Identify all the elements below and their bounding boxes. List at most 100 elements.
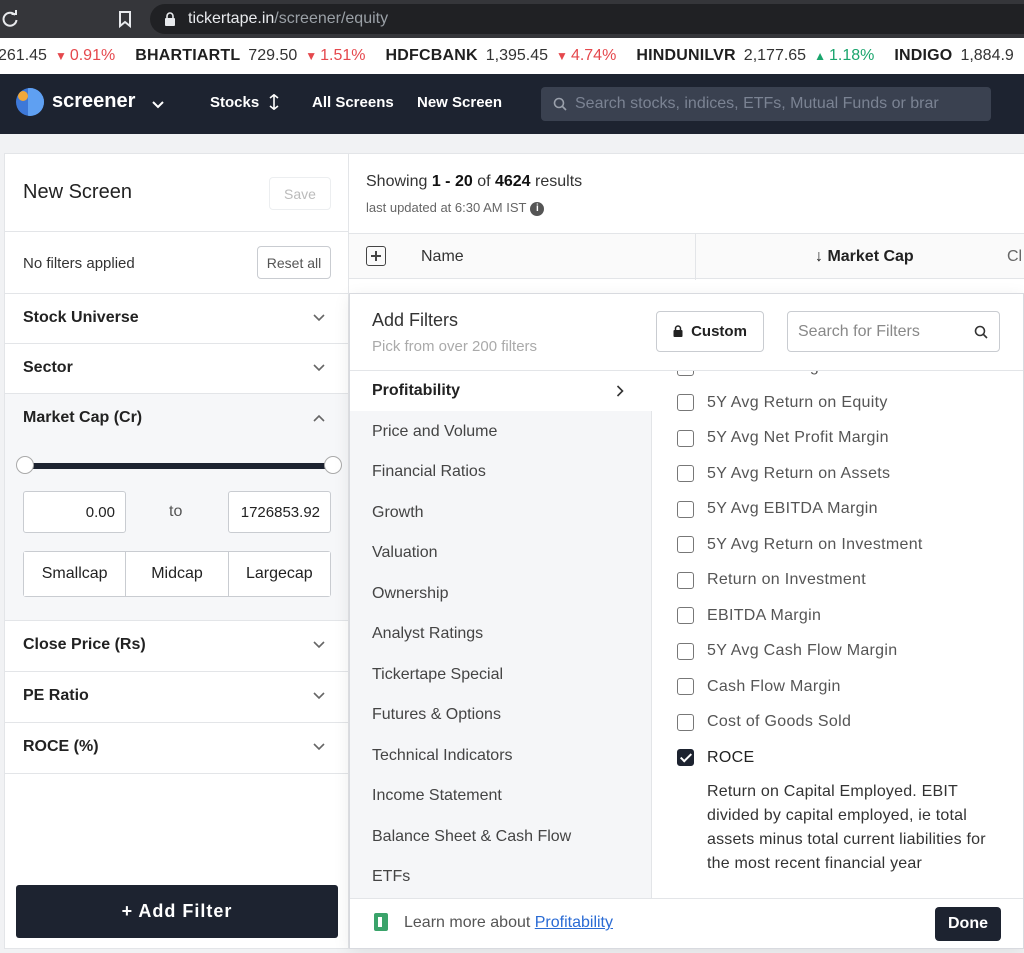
checkbox[interactable]: [677, 642, 694, 660]
checkbox[interactable]: [677, 678, 694, 695]
ticker-price: 1,395.45: [485, 47, 549, 64]
filter-option[interactable]: Cash Flow Margin: [677, 675, 841, 699]
filter-search-input[interactable]: [798, 312, 968, 351]
filter-category-item[interactable]: Futures & Options: [350, 695, 652, 735]
ticker-item[interactable]: BHARTIARTL 729.50 ▼ 1.51%: [135, 47, 365, 65]
checkbox[interactable]: [677, 607, 694, 624]
chevron-down-icon[interactable]: [152, 96, 164, 109]
ticker-symbol: HINDUNILVR: [636, 47, 736, 64]
filter-category-item[interactable]: Balance Sheet & Cash Flow: [350, 817, 652, 857]
checkbox[interactable]: [677, 536, 694, 553]
slider-min-handle[interactable]: [16, 456, 34, 474]
smallcap-button[interactable]: Smallcap: [24, 552, 127, 596]
column-close-price[interactable]: Cl: [1007, 248, 1022, 266]
add-filter-button[interactable]: + Add Filter: [16, 885, 338, 938]
section-sector[interactable]: Sector: [5, 344, 348, 394]
filter-option[interactable]: 5Y Avg EBITDA Margin: [677, 497, 878, 521]
filter-category-item[interactable]: Valuation: [350, 533, 652, 573]
checkbox[interactable]: [677, 371, 694, 376]
section-close-price[interactable]: Close Price (Rs): [5, 621, 348, 671]
midcap-button[interactable]: Midcap: [126, 552, 229, 596]
ticker-item[interactable]: INDIGO 1,884.9: [894, 47, 1021, 65]
filter-category-item[interactable]: Technical Indicators: [350, 736, 652, 776]
filter-category-item[interactable]: Ownership: [350, 574, 652, 614]
ticker-item[interactable]: 261.45 ▼ 0.91%: [0, 47, 115, 65]
nav-stocks[interactable]: Stocks: [210, 93, 279, 111]
chevron-down-icon: [313, 641, 325, 649]
ticker-change-value: 1.18%: [828, 47, 875, 64]
section-stock-universe[interactable]: Stock Universe: [5, 294, 348, 344]
filter-option-label: Return on Investment: [707, 571, 866, 588]
divider: [5, 773, 348, 774]
filter-category-item[interactable]: Financial Ratios: [350, 452, 652, 492]
filter-option[interactable]: Cost of Goods Sold: [677, 710, 851, 734]
filter-option[interactable]: 5Y Avg Cash Flow Margin: [677, 639, 897, 663]
add-column-icon[interactable]: [366, 246, 386, 266]
filter-category-item[interactable]: Tickertape Special: [350, 655, 652, 695]
filter-category-item[interactable]: Profitability: [350, 371, 652, 411]
reload-icon[interactable]: [0, 9, 20, 29]
checkbox[interactable]: [677, 394, 694, 411]
checkbox[interactable]: [677, 713, 694, 731]
checkbox[interactable]: [677, 749, 694, 766]
save-button[interactable]: Save: [269, 177, 331, 210]
filter-category-item[interactable]: ETFs: [350, 857, 652, 897]
largecap-button[interactable]: Largecap: [228, 552, 330, 596]
checkbox[interactable]: [677, 465, 694, 482]
nav-all-screens[interactable]: All Screens: [312, 94, 394, 111]
filter-option[interactable]: EBITDA Margin: [677, 604, 821, 628]
checkbox[interactable]: [677, 500, 694, 518]
nav-new-screen[interactable]: New Screen: [417, 94, 502, 111]
column-market-cap[interactable]: ↓ Market Cap: [815, 248, 914, 266]
lock-icon: [164, 12, 176, 26]
section-pe-ratio[interactable]: PE Ratio: [5, 672, 348, 722]
custom-filter-button[interactable]: Custom: [656, 311, 764, 352]
filter-option[interactable]: ROCE: [677, 746, 754, 770]
section-label: Close Price (Rs): [23, 636, 146, 653]
browser-toolbar: tickertape.in/screener/equity: [0, 0, 1024, 38]
filter-option-label: ROCE: [707, 748, 755, 766]
info-icon[interactable]: i: [530, 201, 545, 216]
market-cap-section: Market Cap (Cr) to Smallcap Midcap Large…: [5, 394, 348, 620]
filter-category-item[interactable]: Growth: [350, 493, 652, 533]
filter-option[interactable]: 5Y Avg Net Profit Margin: [677, 426, 889, 450]
section-roce[interactable]: ROCE (%): [5, 723, 348, 773]
market-cap-min-input[interactable]: [23, 491, 126, 533]
bookmark-icon[interactable]: [116, 9, 134, 29]
checkbox[interactable]: [677, 571, 694, 589]
market-cap-max-input[interactable]: [228, 491, 331, 533]
ticker-change-value: 0.91%: [69, 47, 116, 64]
filter-option[interactable]: 5Y Avg Return on Assets: [677, 462, 890, 486]
section-label: Market Cap (Cr): [23, 409, 143, 426]
filter-option[interactable]: Net Profit Margin: [677, 371, 832, 379]
filter-category-item[interactable]: Price and Volume: [350, 412, 652, 452]
search-icon: [553, 97, 567, 111]
ticker-price: 261.45: [0, 47, 47, 64]
filter-option[interactable]: 5Y Avg Return on Equity: [677, 391, 888, 415]
checkbox[interactable]: [677, 429, 694, 447]
section-market-cap[interactable]: Market Cap (Cr): [5, 394, 348, 444]
global-search-input[interactable]: [575, 87, 985, 121]
logo-text[interactable]: screener: [52, 90, 135, 113]
screener-logo-icon[interactable]: [16, 88, 44, 116]
ticker-item[interactable]: HINDUNILVR 2,177.65 ▲ 1.18%: [636, 47, 874, 65]
ticker-item[interactable]: HDFCBANK 1,395.45 ▼ 4.74%: [386, 47, 617, 65]
learn-more-link[interactable]: Profitability: [535, 914, 613, 931]
filter-category-item[interactable]: Income Statement: [350, 776, 652, 816]
chevron-right-icon: [616, 385, 624, 397]
done-button[interactable]: Done: [935, 907, 1001, 941]
url-text: tickertape.in/screener/equity: [188, 10, 389, 27]
address-bar[interactable]: tickertape.in/screener/equity: [150, 4, 1024, 34]
filter-category-item[interactable]: Analyst Ratings: [350, 614, 652, 654]
divider: [5, 231, 348, 232]
category-label: Tickertape Special: [372, 665, 504, 683]
category-label: Futures & Options: [372, 706, 501, 723]
market-cap-slider-track[interactable]: [25, 463, 333, 469]
column-name[interactable]: Name: [421, 248, 464, 266]
reset-all-button[interactable]: Reset all: [257, 246, 331, 279]
slider-max-handle[interactable]: [324, 456, 342, 474]
global-search[interactable]: [541, 87, 991, 121]
filter-option[interactable]: Return on Investment: [677, 568, 866, 592]
filter-search[interactable]: [787, 311, 1000, 352]
filter-option[interactable]: 5Y Avg Return on Investment: [677, 533, 923, 557]
